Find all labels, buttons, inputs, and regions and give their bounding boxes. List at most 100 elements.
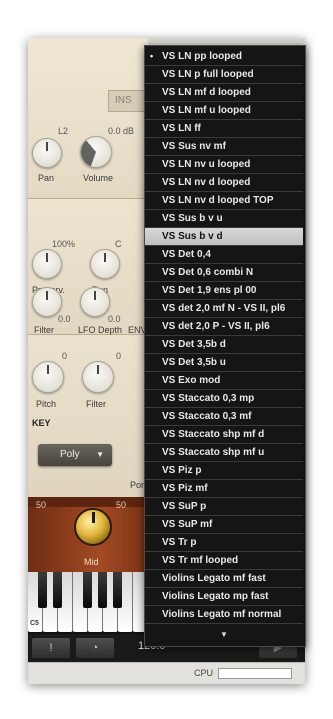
preset-menu-item[interactable]: Violins Legato mp fast [145, 588, 303, 606]
key-section-label: KEY [32, 418, 51, 428]
preset-menu: • VS LN pp looped VS LN p full looped VS LN… [144, 45, 306, 647]
preset-menu-item[interactable]: VS Det 0,4 [145, 246, 303, 264]
volume-knob[interactable] [80, 136, 112, 168]
preset-menu-item-label: VS LN nv d looped TOP [162, 195, 274, 206]
preset-menu-item[interactable]: VS LN mf d looped [145, 84, 303, 102]
preset-menu-item-label: VS SuP mf [162, 519, 213, 530]
preset-menu-item-label: VS LN p full looped [162, 69, 254, 80]
filter2-value: 0 [116, 351, 122, 361]
preset-menu-item-label: VS SuP p [162, 501, 207, 512]
octave-label: C5 [30, 620, 39, 627]
preset-menu-item[interactable]: VS det 2,0 mf N - VS II, pl6 [145, 300, 303, 318]
preset-menu-item[interactable]: VS LN p full looped [145, 66, 303, 84]
preset-menu-item-label: VS det 2,0 mf N - VS II, pl6 [162, 303, 286, 314]
cpu-label: CPU [194, 668, 214, 678]
preset-menu-item[interactable]: VS Sus b v d [145, 228, 303, 246]
preset-menu-item-label: VS Sus b v u [162, 213, 223, 224]
black-key[interactable] [98, 572, 107, 608]
preset-menu-item-label: VS Det 3,5b d [162, 339, 226, 350]
chevron-down-icon: ▼ [96, 450, 104, 459]
preset-menu-item[interactable]: VS Sus b v u [145, 210, 303, 228]
black-key[interactable] [38, 572, 47, 608]
preset-menu-item[interactable]: VS Sus nv mf [145, 138, 303, 156]
preset-menu-item[interactable]: Violins Legato mf fast [145, 570, 303, 588]
preset-menu-item[interactable]: VS Tr mf looped [145, 552, 303, 570]
pitch-knob[interactable] [32, 361, 64, 393]
preset-menu-item[interactable]: VS Det 0,6 combi N [145, 264, 303, 282]
preset-menu-item-label: Violins Legato mp fast [162, 591, 269, 602]
preset-menu-item[interactable]: VS Staccato 0,3 mf [145, 408, 303, 426]
preset-menu-item[interactable]: VS Piz mf [145, 480, 303, 498]
black-key[interactable] [53, 572, 62, 608]
preset-menu-item-label: VS LN mf d looped [162, 87, 251, 98]
preset-menu-item[interactable]: • VS LN pp looped [145, 48, 303, 66]
pitch-label: Pitch [36, 399, 57, 409]
status-bar: CPU [28, 662, 305, 684]
lfo-depth-knob[interactable] [80, 287, 110, 317]
mid-knob[interactable] [74, 508, 112, 546]
pan-label: Pan [38, 173, 55, 183]
poly-dropdown-label: Poly [60, 449, 80, 460]
preset-menu-item-label: VS Det 0,6 combi N [162, 267, 254, 278]
wood-value-right: 50 [116, 500, 127, 510]
volume-label: Volume [83, 173, 114, 183]
metronome-button[interactable]: ◔ [76, 638, 114, 658]
preset-menu-item-label: VS det 2,0 P - VS II, pl6 [162, 321, 270, 332]
preset-menu-item-label: VS Sus b v d [162, 231, 223, 242]
filter-value: 0.0 [58, 314, 71, 324]
preset-menu-item[interactable]: VS Staccato shp mf u [145, 444, 303, 462]
output-section: INS L2 0.0 dB Pan Volume [28, 38, 150, 199]
preset-menu-item-label: VS LN ff [162, 123, 201, 134]
preset-menu-item-label: VS Tr p [162, 537, 197, 548]
preset-menu-item-label: VS Staccato shp mf u [162, 447, 265, 458]
black-key[interactable] [83, 572, 92, 608]
preset-menu-item[interactable]: VS Tr p [145, 534, 303, 552]
preset-menu-item-label: VS LN nv d looped [162, 177, 251, 188]
black-key[interactable] [113, 572, 122, 608]
filter-knob[interactable] [32, 287, 62, 317]
preset-menu-item[interactable]: VS Det 3,5b d [145, 336, 303, 354]
preset-menu-item-label: VS Staccato 0,3 mf [162, 411, 252, 422]
preset-menu-item[interactable]: Violins Legato mf normal [145, 606, 303, 624]
preset-menu-item[interactable]: VS Exo mod [145, 372, 303, 390]
preset-menu-item[interactable]: VS Staccato shp mf d [145, 426, 303, 444]
preset-menu-item[interactable]: VS LN mf u looped [145, 102, 303, 120]
preset-menu-item[interactable]: VS LN ff [145, 120, 303, 138]
preset-menu-item[interactable]: VS Det 1,9 ens pl 00 [145, 282, 303, 300]
alert-button[interactable]: ! [32, 638, 70, 658]
preset-menu-item-label: Violins Legato mf fast [162, 573, 266, 584]
preset-menu-item[interactable]: VS LN nv d looped TOP [145, 192, 303, 210]
selected-bullet-icon: • [150, 51, 154, 61]
preset-menu-item[interactable]: VS Staccato 0,3 mp [145, 390, 303, 408]
preset-menu-item-label: VS LN mf u looped [162, 105, 251, 116]
preset-menu-item-label: VS Sus nv mf [162, 141, 226, 152]
poly-dropdown[interactable]: Poly ▼ [38, 444, 112, 466]
pan2-knob[interactable] [90, 249, 120, 279]
preset-menu-item-label: VS LN nv u looped [162, 159, 251, 170]
preset-menu-item-label: VS Det 3,5b u [162, 357, 226, 368]
preset-menu-item-label: VS Staccato 0,3 mp [162, 393, 255, 404]
preset-menu-item[interactable]: VS SuP p [145, 498, 303, 516]
preset-menu-item[interactable]: VS det 2,0 P - VS II, pl6 [145, 318, 303, 336]
instrument-panel: INS L2 0.0 dB Pan Volume 100% C Preserv.… [28, 38, 150, 634]
volume-value: 0.0 dB [108, 126, 135, 136]
preset-menu-item[interactable]: VS LN nv d looped [145, 174, 303, 192]
preset-menu-item[interactable]: VS SuP mf [145, 516, 303, 534]
lfo-depth-value: 0.0 [108, 314, 121, 324]
wood-value-left: 50 [36, 500, 47, 510]
pan2-value: C [115, 239, 122, 249]
chevron-down-icon[interactable]: ▼ [220, 630, 228, 639]
preset-menu-item[interactable]: VS Piz p [145, 462, 303, 480]
lfo-depth-label: LFO Depth [78, 325, 123, 335]
preset-menu-item-label: VS Piz mf [162, 483, 208, 494]
filter-label: Filter [34, 325, 54, 335]
piano-keyboard[interactable]: C5 [28, 572, 148, 634]
filter2-knob[interactable] [82, 361, 114, 393]
preset-menu-item[interactable]: VS Det 3,5b u [145, 354, 303, 372]
por-label: Por [130, 480, 145, 490]
preserve-knob[interactable] [32, 249, 62, 279]
pan-knob[interactable] [32, 138, 62, 168]
cpu-meter [218, 668, 292, 679]
filter2-label: Filter [86, 399, 106, 409]
preset-menu-item[interactable]: VS LN nv u looped [145, 156, 303, 174]
